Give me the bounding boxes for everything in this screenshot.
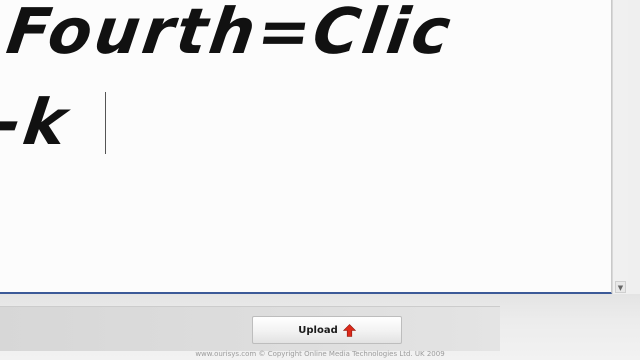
editor-line-1: Fourth=Clic: [2, 0, 458, 68]
text-caret: [105, 92, 106, 154]
upload-button-label: Upload: [298, 324, 338, 336]
upload-button-content: Upload: [253, 317, 401, 343]
editor-content[interactable]: Fourth=Clic -k: [0, 0, 459, 168]
up-arrow-icon: [342, 323, 356, 337]
vertical-scrollbar[interactable]: ▼: [612, 0, 628, 294]
copyright-text: www.ourisys.com © Copyright Online Media…: [195, 350, 445, 358]
footer-bar: Upload www.ourisys.com © Copyright Onlin…: [0, 294, 640, 360]
upload-button[interactable]: Upload: [252, 316, 402, 344]
text-editor[interactable]: Fourth=Clic -k: [0, 0, 612, 294]
footer-band: [0, 306, 500, 351]
scroll-down-icon[interactable]: ▼: [615, 281, 626, 293]
right-gutter: [628, 0, 640, 294]
editor-line-2: -k: [0, 86, 74, 159]
